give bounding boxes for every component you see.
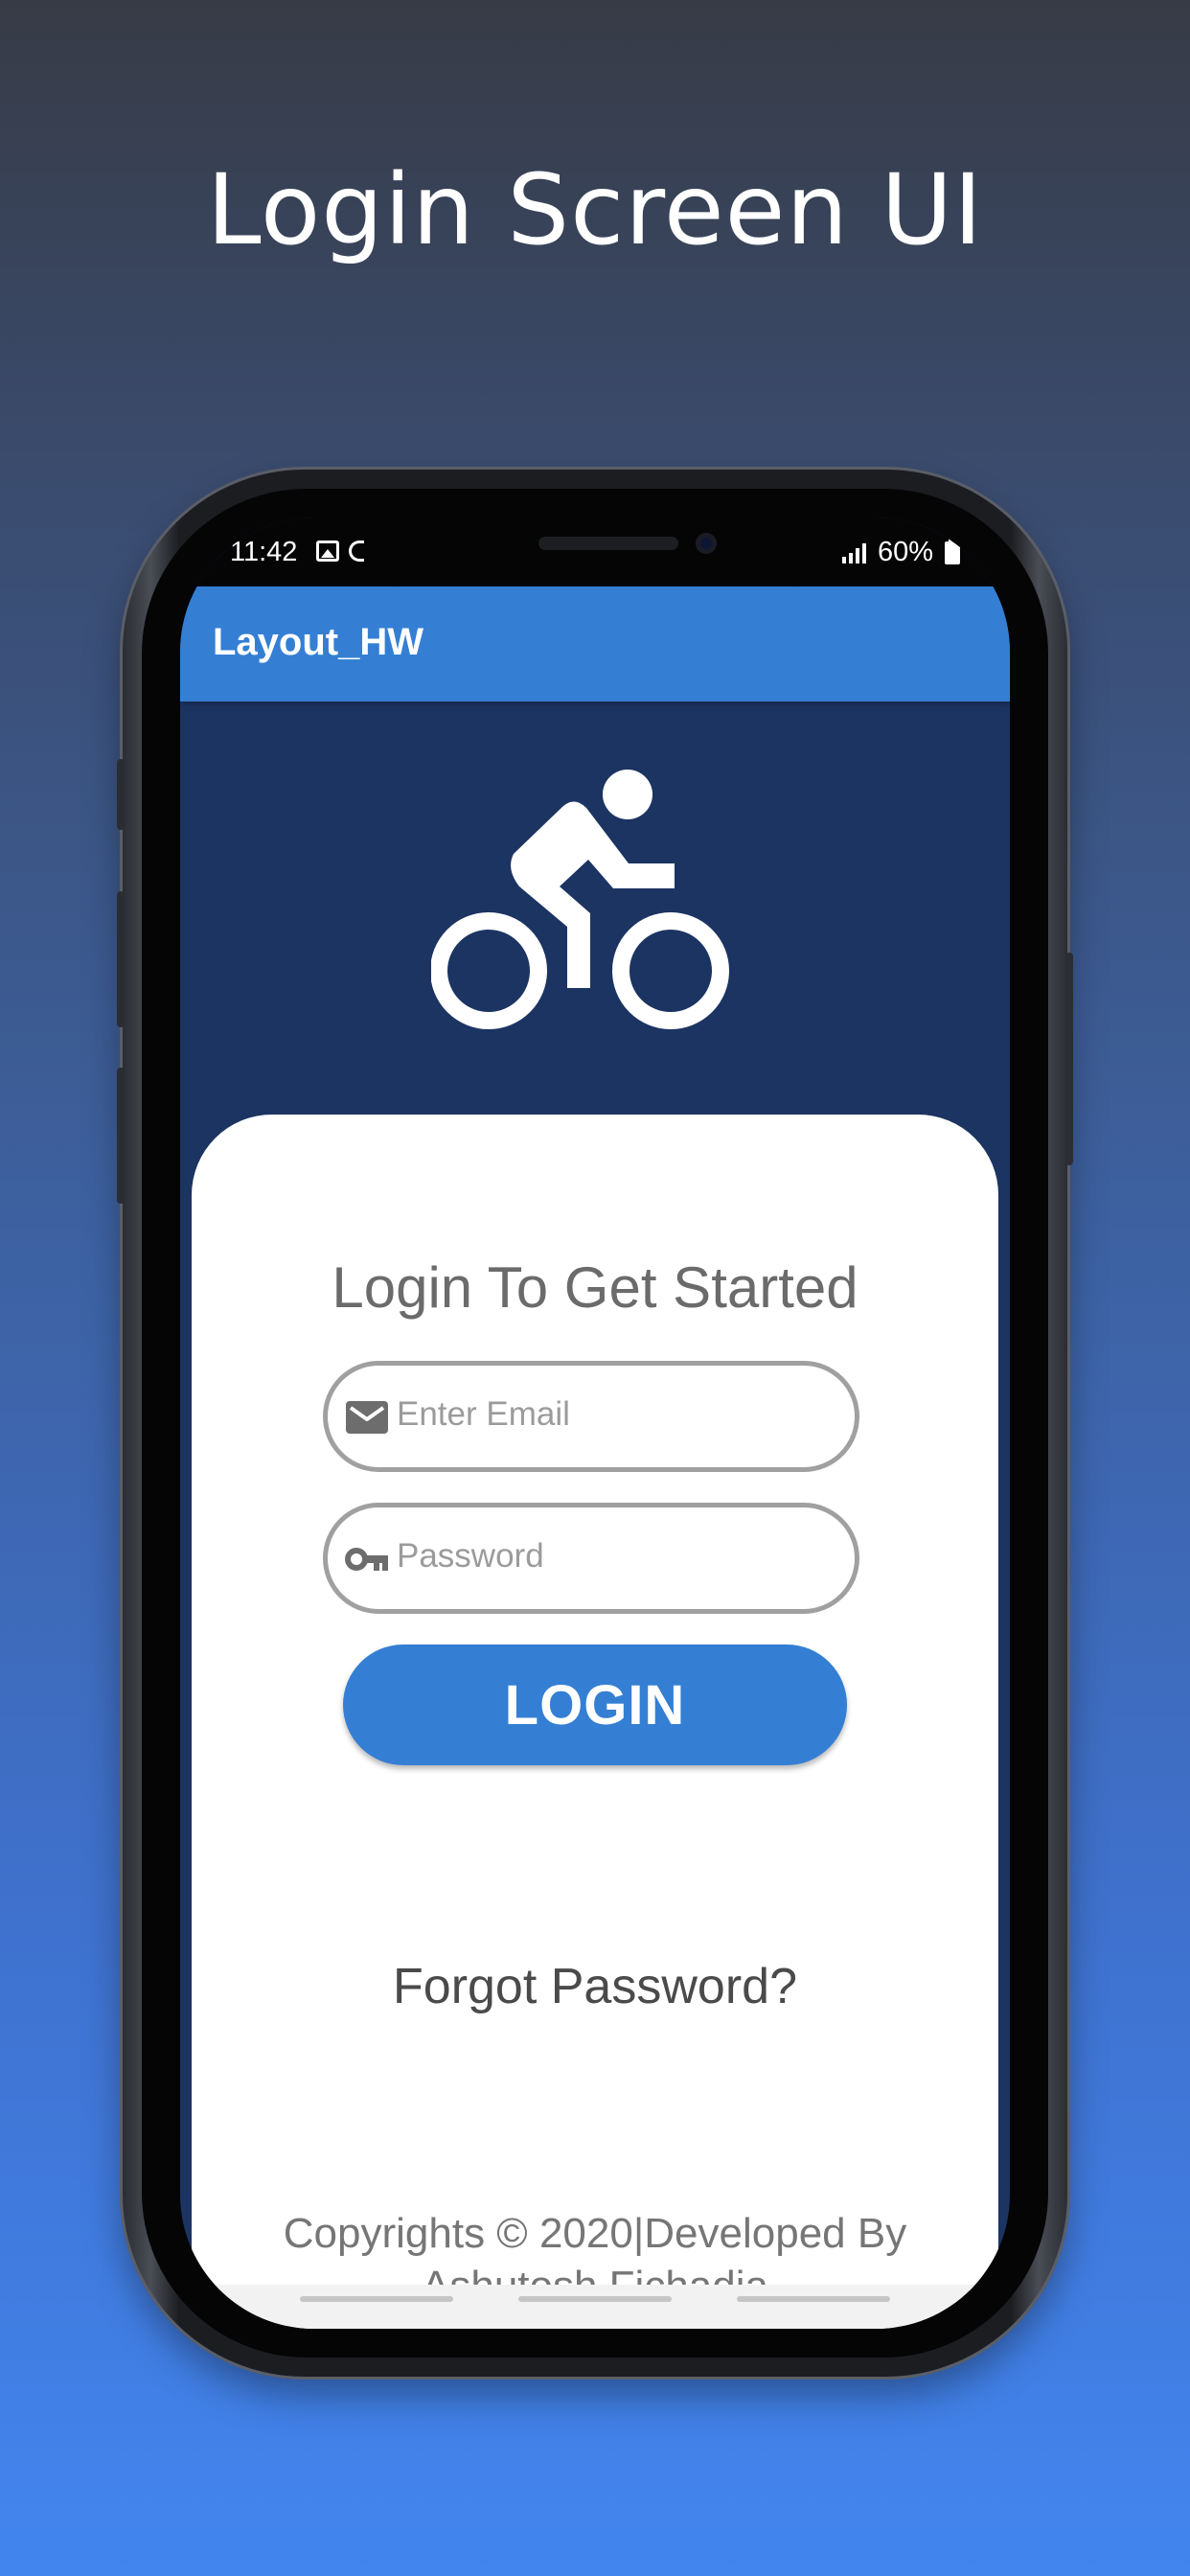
front-camera: [696, 533, 717, 554]
nav-back-button[interactable]: [737, 2296, 890, 2302]
speaker-grille: [538, 537, 678, 550]
email-field[interactable]: [323, 1361, 859, 1472]
battery-percent: 60%: [877, 537, 933, 567]
system-nav-bar: [180, 2285, 1010, 2329]
image-icon: [316, 540, 339, 562]
forgot-password-link[interactable]: Forgot Password?: [192, 1958, 998, 2015]
login-card: Login To Get Started LOGIN Forgot Pa: [192, 1115, 998, 2329]
email-input[interactable]: [397, 1381, 837, 1448]
password-field[interactable]: [323, 1503, 859, 1614]
phone-button-power: [1065, 953, 1073, 1165]
app-bar: Layout_HW: [180, 586, 1010, 702]
page-headline: Login Screen UI: [206, 153, 984, 267]
nav-recent-button[interactable]: [300, 2296, 453, 2302]
password-input[interactable]: [397, 1523, 837, 1590]
status-right: 60%: [841, 537, 960, 568]
camera-notch: [381, 518, 809, 596]
phone-button-action: [117, 759, 125, 830]
login-button[interactable]: LOGIN: [343, 1644, 847, 1765]
c-icon: [349, 540, 364, 562]
app-title: Layout_HW: [213, 621, 423, 663]
battery-icon: [945, 537, 960, 564]
nav-home-button[interactable]: [518, 2296, 672, 2302]
copyright-line-1: Copyrights © 2020|Developed By: [283, 2210, 907, 2257]
phone-button-volume-down: [117, 1068, 125, 1204]
key-icon: [345, 1548, 388, 1571]
phone-frame: 11:42 60% Layout_HW Login To Get Started…: [117, 470, 1073, 2377]
phone-button-volume-up: [117, 891, 125, 1027]
cyclist-icon: [431, 770, 729, 1029]
status-notification-icons: [316, 540, 364, 562]
signal-icon: [841, 542, 866, 564]
status-time: 11:42: [230, 537, 298, 567]
mail-icon: [346, 1401, 388, 1434]
login-heading: Login To Get Started: [332, 1255, 858, 1320]
phone-screen: 11:42 60% Layout_HW Login To Get Started…: [180, 518, 1010, 2329]
